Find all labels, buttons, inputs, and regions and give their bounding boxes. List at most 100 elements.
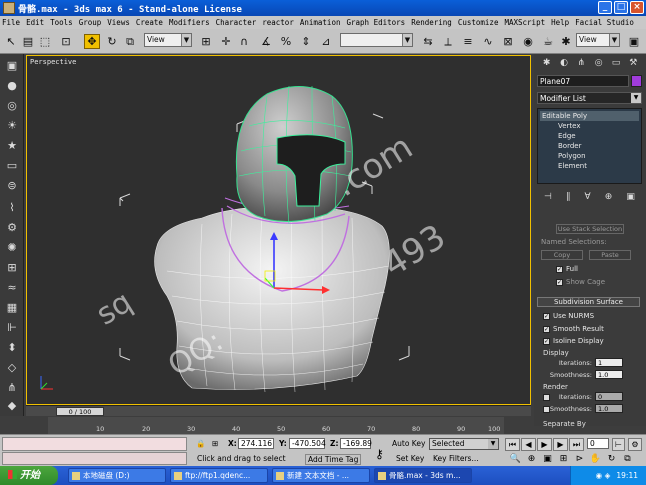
reference-coord-select[interactable]: View ▼ <box>144 33 192 47</box>
subdivision-surface-rollout[interactable]: Subdivision Surface <box>537 297 640 307</box>
current-frame-field[interactable]: 0 <box>587 438 609 449</box>
smooth-result-checkbox[interactable]: ✓ Smooth Result <box>543 325 604 333</box>
stack-sub-vertex[interactable]: Vertex <box>540 121 639 131</box>
time-slider-thumb[interactable]: 0 / 100 <box>56 407 104 416</box>
pan-icon[interactable]: ✋ <box>588 453 603 466</box>
camera-icon[interactable]: ▭ <box>3 158 21 173</box>
named-selection-select[interactable]: ▼ <box>340 33 413 47</box>
star-icon[interactable]: ★ <box>3 138 21 153</box>
copy-button[interactable]: Copy <box>541 250 583 260</box>
paste-button[interactable]: Paste <box>589 250 631 260</box>
modifier-stack[interactable]: Editable Poly Vertex Edge Border Polygon… <box>537 108 642 184</box>
light-icon[interactable]: ☀ <box>3 118 21 133</box>
key-selection-select[interactable]: Selected ▼ <box>429 438 499 450</box>
twist-icon[interactable]: ⚙ <box>3 220 21 235</box>
render-last-icon[interactable]: ▣ <box>626 34 642 49</box>
stack-sub-polygon[interactable]: Polygon <box>540 151 639 161</box>
object-name-field[interactable]: Plane07 <box>537 75 629 87</box>
menu-modifiers[interactable]: Modifiers <box>169 18 210 27</box>
next-frame-icon[interactable]: ▶ <box>553 438 568 451</box>
absolute-mode-icon[interactable]: ⊞ <box>212 439 218 448</box>
use-nurms-checkbox[interactable]: ✓ Use NURMS <box>543 312 594 320</box>
rotate-icon[interactable]: ↻ <box>104 34 120 49</box>
bone-icon[interactable]: ⊩ <box>3 320 21 335</box>
wave-icon[interactable]: ≈ <box>3 280 21 295</box>
menu-rendering[interactable]: Rendering <box>411 18 452 27</box>
mesh-icon[interactable]: ◇ <box>3 360 21 375</box>
add-time-tag-button[interactable]: Add Time Tag <box>305 454 362 465</box>
key-filters-button[interactable]: Key Filters... <box>433 454 479 463</box>
modify-tab-icon[interactable]: ◐ <box>557 57 570 69</box>
key-mode-toggle-icon[interactable]: ⊢ <box>612 438 625 451</box>
zoom-extents-icon[interactable]: ▣ <box>540 453 555 466</box>
menu-graph-editors[interactable]: Graph Editors <box>346 18 405 27</box>
menu-group[interactable]: Group <box>79 18 102 27</box>
layer-icon[interactable]: ≡ <box>460 34 476 49</box>
utilities-tab-icon[interactable]: ⚒ <box>627 57 640 69</box>
pivot-icon[interactable]: ⊞ <box>198 34 214 49</box>
taskbar-item-notepad[interactable]: 新建 文本文档 - ... <box>272 468 370 483</box>
make-unique-icon[interactable]: ∀ <box>585 192 591 206</box>
create-tab-icon[interactable]: ✱ <box>540 57 553 69</box>
x-coordinate-field[interactable]: 274.116 <box>238 438 274 449</box>
spinner-snap-icon[interactable]: ⇕ <box>298 34 314 49</box>
render-scene-icon[interactable]: ☕ <box>540 34 556 49</box>
modifier-list-select[interactable]: Modifier List ▼ <box>537 92 642 104</box>
prev-frame-icon[interactable]: ◀ <box>521 438 536 451</box>
select-region-icon[interactable]: ⬚ <box>37 34 53 49</box>
torus-icon[interactable]: ◎ <box>3 98 21 113</box>
full-checkbox[interactable]: ✓ Full <box>556 265 578 273</box>
y-coordinate-field[interactable]: -470.504 <box>289 438 326 449</box>
object-color-swatch[interactable] <box>631 75 642 87</box>
select-arrow-icon[interactable]: ↖ <box>3 34 19 49</box>
lattice-icon[interactable]: ⊞ <box>3 260 21 275</box>
menu-animation[interactable]: Animation <box>300 18 341 27</box>
menu-maxscript[interactable]: MAXScript <box>504 18 545 27</box>
menu-edit[interactable]: Edit <box>26 18 44 27</box>
time-slider[interactable]: 0 / 100 <box>26 405 531 416</box>
select-object-icon[interactable]: ⊡ <box>58 34 74 49</box>
mirror-icon[interactable]: ⇆ <box>420 34 436 49</box>
smoothness-spinner[interactable]: 1.0 <box>595 370 623 379</box>
percent-snap-icon[interactable]: % <box>278 34 294 49</box>
bend-icon[interactable]: ⌇ <box>3 200 21 215</box>
align-icon[interactable]: ⟂ <box>440 34 456 49</box>
render-iterations-spinner[interactable]: 0 <box>595 392 623 401</box>
link-icon[interactable]: ◆ <box>3 398 21 413</box>
tray-icons[interactable]: ◉ ◈ <box>596 471 611 480</box>
taskbar-item-3dsmax[interactable]: 骨骼.max - 3ds m... <box>374 468 472 483</box>
render-type-select[interactable]: View ▼ <box>576 33 620 47</box>
show-end-result-icon[interactable]: ∥ <box>566 192 571 206</box>
maxscript-listener[interactable] <box>2 437 187 451</box>
perspective-viewport[interactable]: Perspective sq QQ: .com 493 <box>26 55 531 405</box>
maximize-button[interactable]: □ <box>614 1 628 14</box>
stack-sub-edge[interactable]: Edge <box>540 131 639 141</box>
zoom-all-icon[interactable]: ⊕ <box>524 453 539 466</box>
snap-icon[interactable]: ∩ <box>236 34 252 49</box>
set-key-button[interactable]: Set Key <box>396 454 424 463</box>
stack-item-editable-poly[interactable]: Editable Poly <box>540 111 639 121</box>
field-of-view-icon[interactable]: ⊳ <box>572 453 587 466</box>
box-icon[interactable]: ▣ <box>3 58 21 73</box>
menu-reactor[interactable]: reactor <box>262 18 294 27</box>
isoline-display-checkbox[interactable]: ✓ Isoline Display <box>543 337 604 345</box>
key-mode-icon[interactable]: ⚷ <box>375 447 384 461</box>
menu-file[interactable]: File <box>2 18 20 27</box>
go-to-start-icon[interactable]: ⏮ <box>505 438 520 451</box>
remove-modifier-icon[interactable]: ⊕ <box>605 192 613 206</box>
scale-icon[interactable]: ⧉ <box>122 34 138 49</box>
hierarchy-icon[interactable]: ⋔ <box>3 380 21 395</box>
lock-selection-icon[interactable]: 🔒 <box>196 439 205 448</box>
zoom-extents-all-icon[interactable]: ⊞ <box>556 453 571 466</box>
taskbar-item-disk[interactable]: 本地磁盘 (D:) <box>68 468 166 483</box>
go-to-end-icon[interactable]: ⏭ <box>569 438 584 451</box>
material-editor-icon[interactable]: ◉ <box>520 34 536 49</box>
motion-tab-icon[interactable]: ◎ <box>592 57 605 69</box>
menu-facial-studio[interactable]: Facial Studio <box>575 18 634 27</box>
zoom-icon[interactable]: 🔍 <box>508 453 523 466</box>
display-tab-icon[interactable]: ▭ <box>609 57 622 69</box>
move-icon[interactable]: ✥ <box>84 34 100 49</box>
sphere-icon[interactable]: ● <box>3 78 21 93</box>
auto-key-button[interactable]: Auto Key <box>392 439 425 448</box>
taskbar-item-ftp[interactable]: ftp://ftp1.qdenc... <box>170 468 268 483</box>
